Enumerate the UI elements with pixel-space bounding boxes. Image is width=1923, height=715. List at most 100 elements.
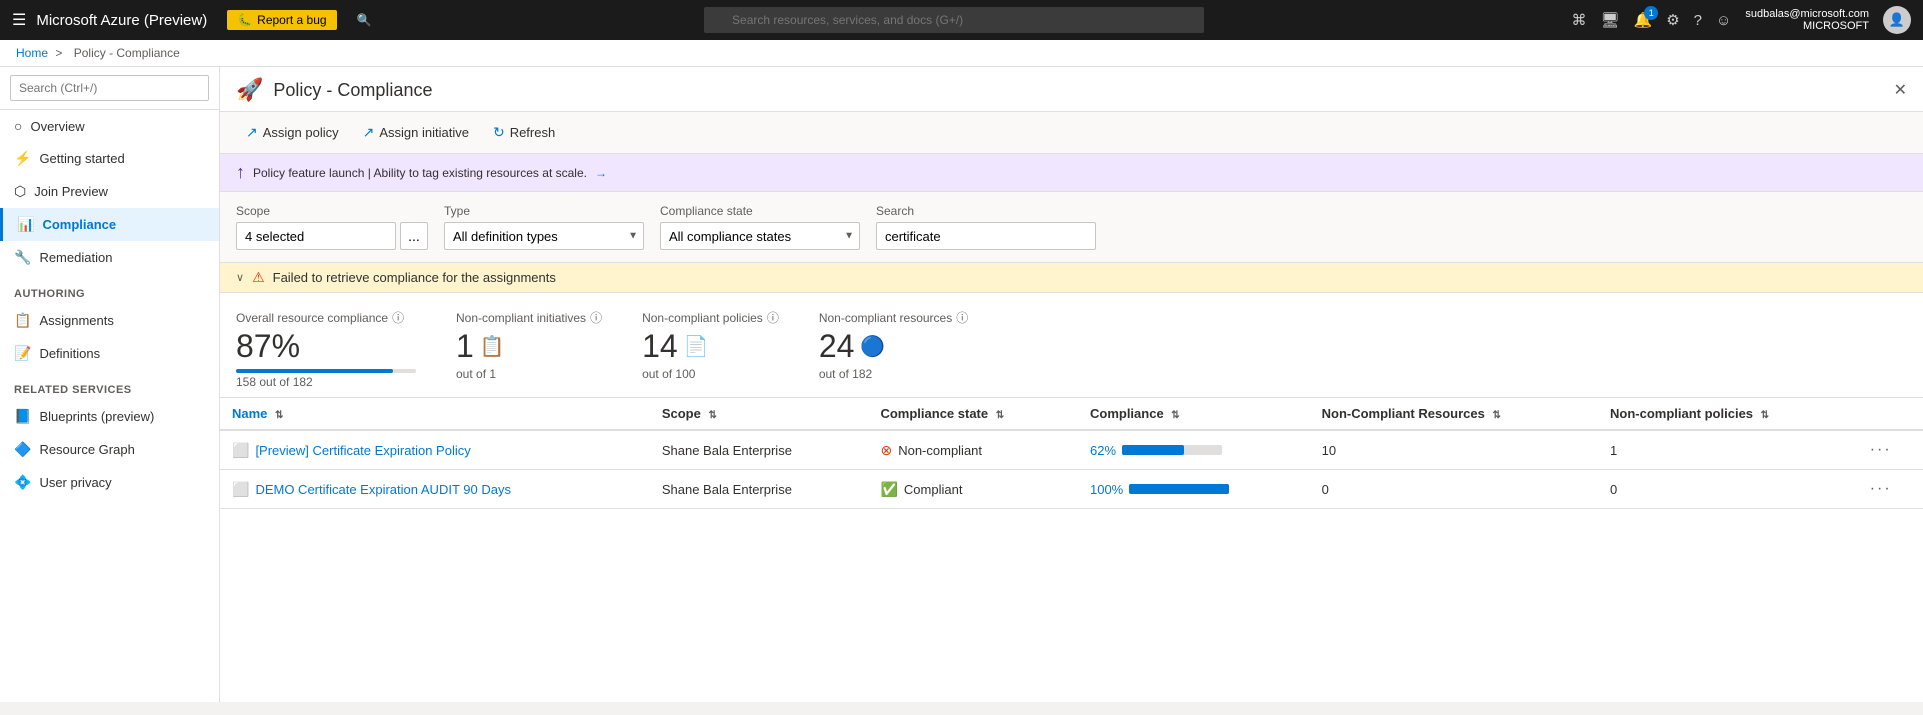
overall-progress-fill	[236, 369, 393, 373]
row2-compliance-bar-fill	[1129, 484, 1229, 494]
join-preview-icon: ⬡	[14, 183, 26, 200]
policies-info-icon[interactable]: ⓘ	[767, 309, 779, 326]
col-compliance-state[interactable]: Compliance state ⇅	[868, 398, 1078, 430]
col-compliance-sort[interactable]: ⇅	[1171, 410, 1179, 421]
row2-more[interactable]: ···	[1858, 470, 1923, 509]
initiatives-icon: 📋	[480, 334, 505, 359]
assign-initiative-button[interactable]: ↗ Assign initiative	[353, 120, 479, 145]
row1-more-icon[interactable]: ···	[1870, 441, 1892, 458]
sidebar-search-input[interactable]	[10, 75, 209, 101]
avatar[interactable]: 👤	[1883, 6, 1911, 34]
refresh-button[interactable]: ↻ Refresh	[483, 120, 565, 145]
assignments-icon: 📋	[14, 312, 31, 329]
sidebar-item-definitions[interactable]: 📝 Definitions	[0, 337, 219, 370]
row2-scope: Shane Bala Enterprise	[650, 470, 869, 509]
cloud-shell-icon[interactable]: 🖥	[1600, 11, 1619, 29]
sidebar-item-blueprints[interactable]: 📘 Blueprints (preview)	[0, 400, 219, 433]
col-scope[interactable]: Scope ⇅	[650, 398, 869, 430]
col-ncr-sort[interactable]: ⇅	[1492, 410, 1500, 421]
row2-name-link[interactable]: ⬜ DEMO Certificate Expiration AUDIT 90 D…	[232, 481, 638, 498]
app-title: Microsoft Azure (Preview)	[36, 12, 207, 29]
terminal-icon[interactable]: ⌘	[1571, 11, 1586, 29]
overall-info-icon[interactable]: ⓘ	[392, 309, 404, 326]
search-input[interactable]	[704, 7, 1204, 33]
col-scope-sort[interactable]: ⇅	[708, 410, 716, 421]
notice-link[interactable]: →	[595, 166, 607, 180]
sidebar-item-compliance[interactable]: 📊 Compliance	[0, 208, 219, 241]
sidebar-item-getting-started[interactable]: ⚡ Getting started	[0, 142, 219, 175]
non-compliant-initiatives-card: Non-compliant initiatives ⓘ 1 📋 out of 1	[456, 309, 602, 389]
help-icon[interactable]: ?	[1694, 12, 1702, 29]
notification-badge: 1	[1644, 6, 1658, 20]
sidebar-item-overview[interactable]: ○ Overview	[0, 110, 219, 142]
policies-sub: out of 100	[642, 367, 779, 381]
row1-ncr: 10	[1310, 430, 1598, 470]
sidebar-item-resource-graph[interactable]: 🔷 Resource Graph	[0, 433, 219, 466]
overall-progress-bar	[236, 369, 416, 373]
row2-more-icon[interactable]: ···	[1870, 480, 1892, 497]
remediation-icon: 🔧	[14, 249, 31, 266]
col-ncp-sort[interactable]: ⇅	[1761, 410, 1769, 421]
col-compliance[interactable]: Compliance ⇅	[1078, 398, 1310, 430]
policies-icon: 📄	[684, 334, 709, 359]
type-select-wrap: All definition types Policy Initiative ▼	[444, 222, 644, 250]
compliance-state-select[interactable]: All compliance states Compliant Non-comp…	[660, 222, 860, 250]
row1-compliance-state: ⊗ Non-compliant	[868, 430, 1078, 470]
breadcrumb-separator: >	[55, 46, 62, 60]
row1-name: ⬜ [Preview] Certificate Expiration Polic…	[220, 430, 650, 470]
sidebar-search-wrap	[0, 67, 219, 110]
row2-name-text: DEMO Certificate Expiration AUDIT 90 Day…	[255, 482, 511, 497]
warning-text: Failed to retrieve compliance for the as…	[273, 270, 556, 285]
sidebar-item-getting-started-label: Getting started	[39, 151, 124, 166]
row1-ncp: 1	[1598, 430, 1858, 470]
notice-text: Policy feature launch | Ability to tag e…	[253, 166, 587, 180]
overview-icon: ○	[14, 118, 22, 134]
sidebar-item-resource-graph-label: Resource Graph	[39, 442, 134, 457]
resources-info-icon[interactable]: ⓘ	[956, 309, 968, 326]
col-non-compliant-policies[interactable]: Non-compliant policies ⇅	[1598, 398, 1858, 430]
compliance-state-select-wrap: All compliance states Compliant Non-comp…	[660, 222, 860, 250]
row1-more[interactable]: ···	[1858, 430, 1923, 470]
col-non-compliant-resources[interactable]: Non-Compliant Resources ⇅	[1310, 398, 1598, 430]
scope-input[interactable]	[236, 222, 396, 250]
page-layout: ○ Overview ⚡ Getting started ⬡ Join Prev…	[0, 67, 1923, 702]
row1-compliance-bar	[1122, 445, 1222, 455]
policies-label: Non-compliant policies ⓘ	[642, 309, 779, 326]
row1-name-link[interactable]: ⬜ [Preview] Certificate Expiration Polic…	[232, 442, 638, 459]
scope-dots-button[interactable]: ...	[400, 222, 428, 250]
assign-initiative-label: Assign initiative	[379, 125, 469, 140]
resources-label: Non-compliant resources ⓘ	[819, 309, 968, 326]
overall-compliance-sub: 158 out of 182	[236, 375, 416, 389]
user-email: sudbalas@microsoft.com	[1745, 8, 1869, 20]
sidebar-item-remediation[interactable]: 🔧 Remediation	[0, 241, 219, 274]
initiatives-sub: out of 1	[456, 367, 602, 381]
sidebar-item-assignments[interactable]: 📋 Assignments	[0, 304, 219, 337]
breadcrumb-home[interactable]: Home	[16, 46, 48, 60]
col-name-sort[interactable]: ⇅	[275, 410, 283, 421]
settings-icon[interactable]: ⚙	[1666, 11, 1679, 29]
assign-policy-button[interactable]: ↗ Assign policy	[236, 120, 349, 145]
col-compliance-state-sort[interactable]: ⇅	[996, 410, 1004, 421]
search-filter-input[interactable]	[876, 222, 1096, 250]
sidebar-item-user-privacy[interactable]: 💠 User privacy	[0, 466, 219, 499]
type-select[interactable]: All definition types Policy Initiative	[444, 222, 644, 250]
row1-compliance: 62%	[1078, 430, 1310, 470]
user-privacy-icon: 💠	[14, 474, 31, 491]
notification-icon[interactable]: 🔔 1	[1634, 11, 1653, 29]
related-section-title: Related Services	[0, 370, 219, 400]
hamburger-icon[interactable]: ☰	[12, 10, 26, 30]
scope-filter: Scope ...	[236, 204, 428, 250]
type-filter: Type All definition types Policy Initiat…	[444, 204, 644, 250]
type-label: Type	[444, 204, 644, 218]
sidebar-item-join-preview[interactable]: ⬡ Join Preview	[0, 175, 219, 208]
col-name[interactable]: Name ⇅	[220, 398, 650, 430]
feedback-icon[interactable]: ☺	[1716, 12, 1731, 29]
search-filter: Search	[876, 204, 1096, 250]
report-bug-button[interactable]: 🐛 Report a bug	[227, 10, 336, 30]
close-button[interactable]: ✕	[1894, 80, 1907, 100]
search-filter-label: Search	[876, 204, 1096, 218]
row1-scope: Shane Bala Enterprise	[650, 430, 869, 470]
user-info: sudbalas@microsoft.com MICROSOFT	[1745, 8, 1869, 32]
initiatives-info-icon[interactable]: ⓘ	[590, 309, 602, 326]
warning-bar[interactable]: ∨ ⚠ Failed to retrieve compliance for th…	[220, 263, 1923, 293]
